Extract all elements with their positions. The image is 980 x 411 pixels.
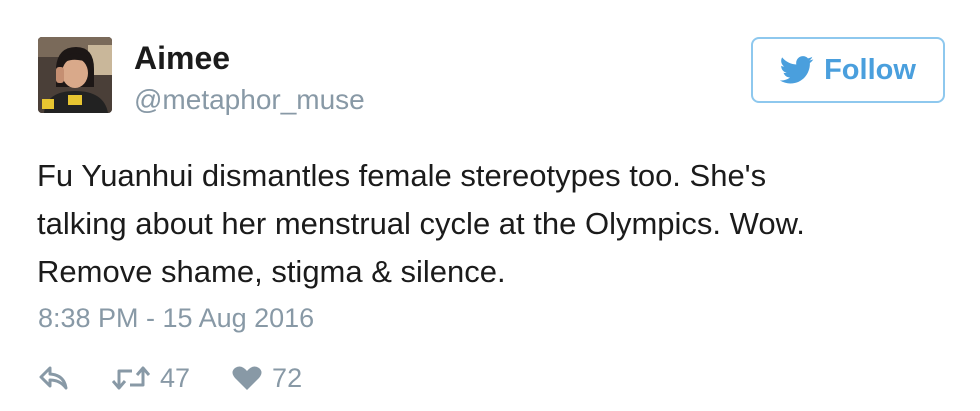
follow-label: Follow	[824, 54, 916, 86]
tweet-text-line: talking about her menstrual cycle at the…	[37, 206, 805, 241]
tweet-card: Aimee @metaphor_muse Follow Fu Yuanhui d…	[0, 0, 980, 411]
tweet-text-line: Remove shame, stigma & silence.	[37, 254, 506, 289]
like-count: 72	[272, 363, 303, 393]
retweet-count: 47	[160, 363, 191, 393]
follow-button[interactable]: Follow	[751, 37, 945, 103]
tweet-text-line: Fu Yuanhui dismantles female stereotypes…	[37, 158, 767, 193]
tweet-timestamp[interactable]: 8:38 PM - 15 Aug 2016	[38, 300, 314, 336]
avatar[interactable]	[38, 37, 112, 113]
retweet-icon	[112, 365, 150, 391]
user-name[interactable]: Aimee	[134, 38, 230, 78]
tweet-actions: 47 72	[38, 358, 302, 398]
user-handle[interactable]: @metaphor_muse	[134, 82, 365, 118]
tweet-text: Fu Yuanhui dismantles female stereotypes…	[37, 152, 957, 296]
reply-button[interactable]	[38, 365, 70, 391]
twitter-bird-icon	[780, 56, 814, 84]
heart-icon	[232, 365, 262, 391]
like-button[interactable]: 72	[232, 360, 302, 396]
retweet-button[interactable]: 47	[112, 360, 190, 396]
reply-icon	[38, 365, 70, 391]
